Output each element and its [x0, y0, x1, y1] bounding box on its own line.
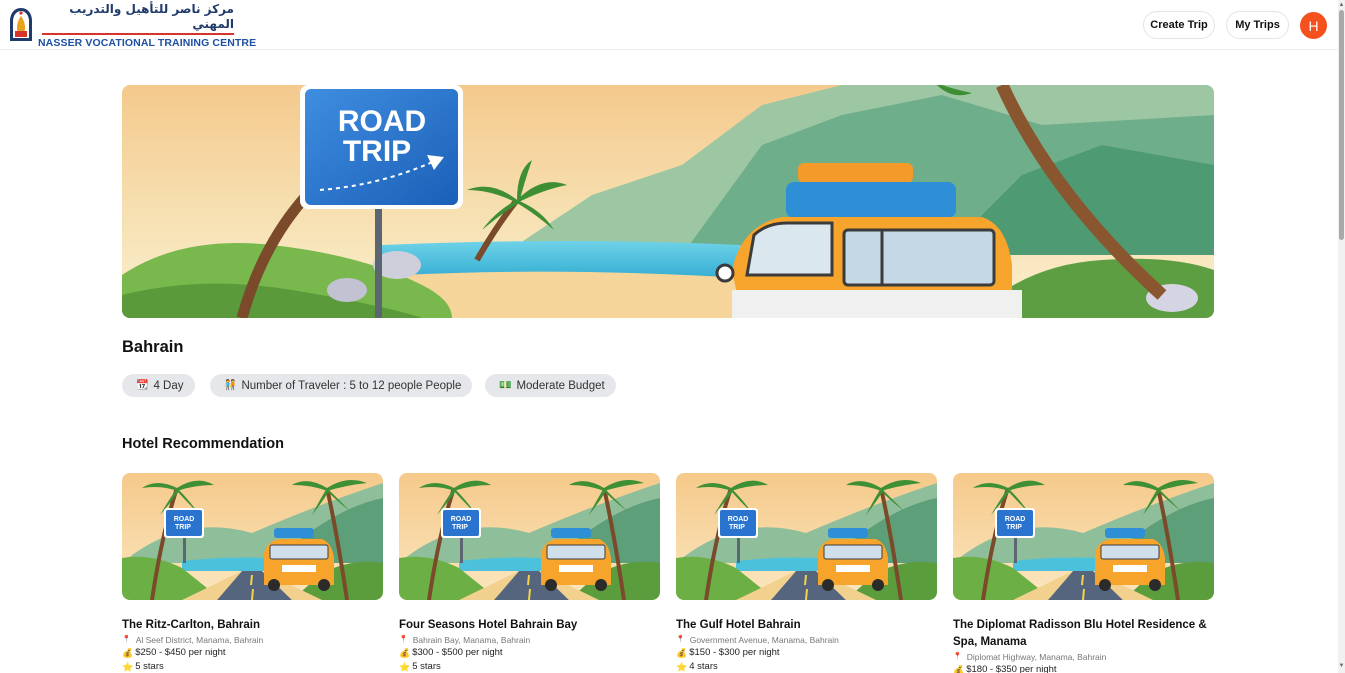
- logo-divider: [42, 32, 234, 35]
- hotel-image[interactable]: [953, 473, 1214, 600]
- hotel-name: Four Seasons Hotel Bahrain Bay: [399, 619, 578, 631]
- logo[interactable]: مركز ناصر للتأهيل والتدريب المهني NASSER…: [8, 2, 256, 49]
- hero-image: ROAD TRIP: [122, 85, 1214, 318]
- hotel-card[interactable]: Four Seasons Hotel Bahrain Bay 📍 Bahrain …: [399, 473, 660, 673]
- location-pin-icon: 📍: [953, 653, 962, 660]
- travelers-chip-label: Number of Traveler : 5 to 12 people Peop…: [241, 379, 462, 392]
- hotel-price: $180 - $350 per night: [966, 664, 1057, 673]
- hotel-address: Bahrain Bay, Manama, Bahrain: [412, 635, 531, 645]
- location-pin-icon: 📍: [399, 636, 408, 643]
- hotel-image[interactable]: [399, 473, 660, 600]
- page-scrollbar[interactable]: ▲ ▼: [1338, 0, 1345, 673]
- location-pin-icon: 📍: [676, 636, 685, 643]
- hotel-rating: 5 stars: [135, 661, 164, 672]
- scroll-thumb[interactable]: [1339, 10, 1344, 240]
- hotel-image[interactable]: [676, 473, 937, 600]
- days-chip-label: 4 Day: [153, 379, 184, 392]
- hotel-rating: 4 stars: [689, 661, 718, 672]
- logo-english-text: NASSER VOCATIONAL TRAINING CENTRE: [38, 36, 257, 49]
- hotel-name: The Diplomat Radisson Blu Hotel Residenc…: [953, 619, 1207, 648]
- hotel-price: $300 - $500 per night: [412, 647, 503, 658]
- hotel-price: $250 - $450 per night: [135, 647, 226, 658]
- avatar[interactable]: H: [1300, 12, 1327, 39]
- hotel-rating: 5 stars: [412, 661, 441, 672]
- hero-sign-text-2: TRIP: [343, 135, 411, 168]
- star-icon: ⭐: [399, 662, 411, 672]
- scroll-down-icon[interactable]: ▼: [1338, 662, 1345, 670]
- money-bag-icon: 💰: [122, 648, 134, 658]
- hotel-image[interactable]: [122, 473, 383, 600]
- my-trips-button[interactable]: My Trips: [1226, 11, 1289, 39]
- location-pin-icon: 📍: [122, 636, 131, 643]
- logo-arabic-text: مركز ناصر للتأهيل والتدريب المهني: [69, 1, 234, 31]
- hotel-section-title: Hotel Recommendation: [122, 436, 284, 452]
- logo-emblem-icon: [10, 8, 32, 41]
- people-icon: 🧑‍🤝‍🧑: [224, 380, 237, 391]
- calendar-icon: 📆: [136, 380, 149, 391]
- money-bag-icon: 💰: [953, 665, 965, 673]
- hotel-card[interactable]: The Ritz-Carlton, Bahrain 📍 Al Seef Distr…: [122, 473, 383, 673]
- hotel-card[interactable]: The Gulf Hotel Bahrain 📍 Government Avenu…: [676, 473, 937, 673]
- money-bag-icon: 💰: [676, 648, 688, 658]
- hero-illustration: ROAD TRIP: [122, 85, 1214, 318]
- travelers-chip: 🧑‍🤝‍🧑 Number of Traveler : 5 to 12 peopl…: [210, 374, 473, 397]
- destination-title: Bahrain: [122, 338, 184, 356]
- days-chip: 📆 4 Day: [122, 374, 195, 397]
- star-icon: ⭐: [676, 662, 688, 672]
- hotel-price: $150 - $300 per night: [689, 647, 780, 658]
- hotel-card[interactable]: The Diplomat Radisson Blu Hotel Residenc…: [953, 473, 1214, 673]
- budget-chip: 💵 Moderate Budget: [485, 374, 616, 397]
- hotel-address: Al Seef District, Manama, Bahrain: [135, 635, 264, 645]
- budget-chip-label: Moderate Budget: [516, 379, 605, 392]
- top-nav-bar: مركز ناصر للتأهيل والتدريب المهني NASSER…: [0, 0, 1338, 50]
- hotel-name: The Ritz-Carlton, Bahrain: [122, 619, 261, 631]
- create-trip-button[interactable]: Create Trip: [1143, 11, 1215, 39]
- hotel-address: Government Avenue, Manama, Bahrain: [689, 635, 839, 645]
- money-bag-icon: 💰: [399, 648, 411, 658]
- hero-sign-text-1: ROAD: [338, 105, 426, 138]
- star-icon: ⭐: [122, 662, 134, 672]
- hotel-address: Diplomat Highway, Manama, Bahrain: [966, 652, 1107, 662]
- money-icon: 💵: [499, 380, 512, 391]
- hotel-name: The Gulf Hotel Bahrain: [676, 619, 801, 631]
- scroll-up-icon[interactable]: ▲: [1338, 1, 1345, 9]
